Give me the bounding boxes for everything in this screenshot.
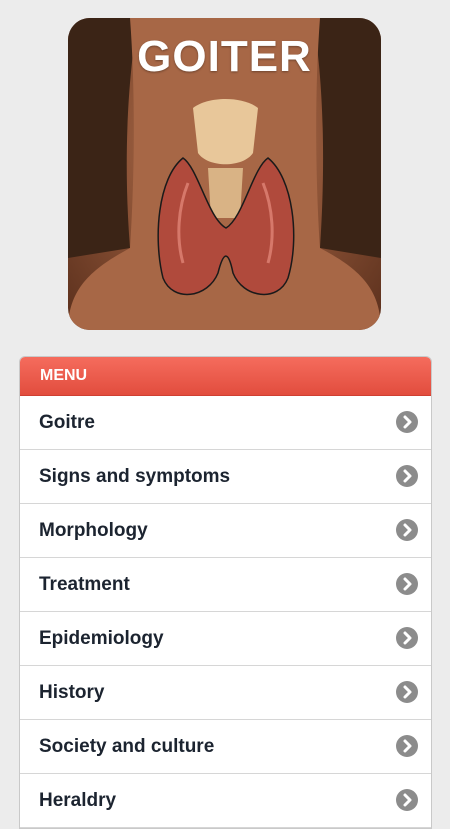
menu-item-label: Society and culture bbox=[39, 736, 215, 757]
chevron-right-icon bbox=[396, 411, 418, 433]
menu-item-epidemiology[interactable]: Epidemiology bbox=[20, 612, 431, 666]
menu-item-treatment[interactable]: Treatment bbox=[20, 558, 431, 612]
menu-item-label: Heraldry bbox=[39, 790, 117, 811]
menu-item-history[interactable]: History bbox=[20, 666, 431, 720]
menu-header: MENU bbox=[20, 357, 431, 396]
chevron-right-icon bbox=[396, 519, 418, 541]
chevron-right-icon bbox=[396, 573, 418, 595]
chevron-right-icon bbox=[396, 465, 418, 487]
menu-item-label: Treatment bbox=[39, 574, 130, 595]
menu-item-morphology[interactable]: Morphology bbox=[20, 504, 431, 558]
menu-item-label: Epidemiology bbox=[39, 628, 164, 649]
chevron-right-icon bbox=[396, 627, 418, 649]
chevron-right-icon bbox=[396, 735, 418, 757]
menu-list: MENU Goitre Signs and symptoms Morpholog… bbox=[19, 356, 432, 829]
chevron-right-icon bbox=[396, 681, 418, 703]
menu-item-label: Signs and symptoms bbox=[39, 466, 231, 487]
menu-item-heraldry[interactable]: Heraldry bbox=[20, 774, 431, 828]
menu-item-society-and-culture[interactable]: Society and culture bbox=[20, 720, 431, 774]
hero-title: GOITER bbox=[137, 32, 312, 81]
goiter-illustration: GOITER bbox=[68, 18, 381, 330]
menu-item-label: Morphology bbox=[39, 520, 148, 541]
menu-item-label: History bbox=[39, 682, 105, 703]
menu-item-signs-and-symptoms[interactable]: Signs and symptoms bbox=[20, 450, 431, 504]
menu-item-goitre[interactable]: Goitre bbox=[20, 396, 431, 450]
menu-item-label: Goitre bbox=[39, 412, 95, 433]
chevron-right-icon bbox=[396, 789, 418, 811]
